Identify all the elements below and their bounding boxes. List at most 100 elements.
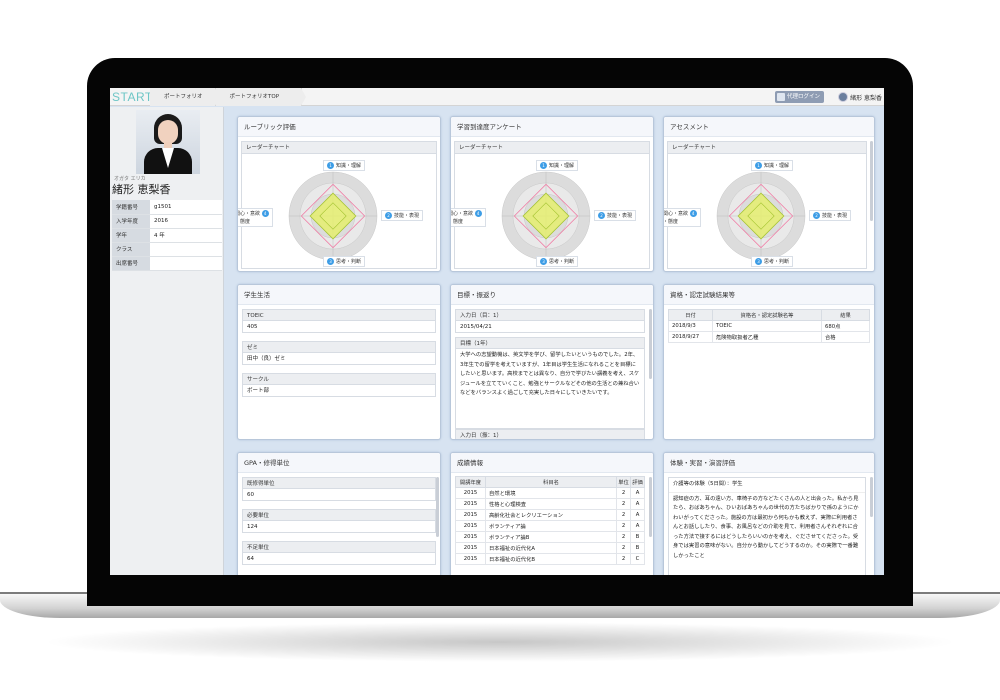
radar-axis-label: 1 知識・理解	[751, 160, 794, 171]
table-cell: 2015	[455, 498, 486, 510]
required-credits-field: 必要単位 124	[242, 509, 436, 533]
radar-axis-label: 1 知識・理解	[323, 160, 366, 171]
grades-table: 開講年度 科目名 単位 評価 2015 自然と環境 2 A 2015 性格と心理検査 2 A 2…	[455, 476, 645, 565]
laptop-shadow	[40, 622, 960, 662]
goal-text: 大学への志望動機は、英文学を学び、留学したいというものでした。2年、3年生での留…	[455, 349, 645, 429]
axis-number-badge: 4	[689, 210, 697, 217]
table-cell: 2	[616, 531, 631, 543]
profile-value: g1501	[150, 200, 222, 215]
table-row: 2015 性格と心理検査 2 A	[455, 498, 645, 510]
profile-row-enroll-year: 入学年度 2016	[112, 214, 222, 229]
table-cell: 2018/9/27	[668, 331, 713, 343]
table-cell: A	[630, 487, 645, 499]
field-label: サークル	[242, 373, 436, 385]
col-header: 資格名・認定試験名等	[712, 309, 822, 321]
col-header: 単位	[616, 476, 631, 488]
table-cell: B	[630, 542, 645, 554]
radar-title: レーダーチャート	[242, 142, 436, 154]
experience-heading: 介護等の体験（5日間）：学生	[669, 478, 865, 493]
col-header: 開講年度	[455, 476, 486, 488]
table-cell: 2	[616, 509, 631, 521]
rubric-radar-card: レーダーチャート 1知識・理解 2技能・表現 3思考・判断 関心・意欲 4 ・態度	[238, 141, 437, 269]
breadcrumb-portfolio-top[interactable]: ポートフォリオTOP	[215, 88, 306, 106]
gpa-scrollbar[interactable]	[436, 477, 439, 537]
field-label: ゼミ	[242, 341, 436, 353]
grades-scrollbar[interactable]	[649, 477, 652, 537]
axis-label-text: 技能・表現	[607, 213, 633, 219]
axis-label-text: 関心・意欲 4	[450, 210, 482, 217]
field-label: 不足単位	[242, 541, 436, 553]
goals-title: 目標・振返り	[451, 285, 653, 305]
table-cell: C	[630, 553, 645, 565]
top-bar: START ポートフォリオ ポートフォリオTOP 代理ログイン 緒形 恵梨香	[110, 88, 884, 106]
table-cell: 2	[616, 498, 631, 510]
certs-title: 資格・認定試験結果等	[664, 285, 874, 305]
field-value: 60	[242, 489, 436, 501]
rubric-panel: ルーブリック評価 レーダーチャート 1 知識・理解 2 技能・表現 3 思考・判断 関心・意…	[237, 116, 441, 272]
axis-label-line: 関心・意欲	[450, 211, 474, 217]
table-cell: 性格と心理検査	[485, 498, 617, 510]
table-cell: TOEIC	[712, 320, 822, 332]
breadcrumb-portfolio[interactable]: ポートフォリオ	[150, 88, 220, 106]
experience-text: 認知症の方、耳の遠い方、車椅子の方などたくさんの人と出会った。私から見たら、おば…	[673, 495, 859, 559]
field-label: 目標（1年）	[455, 337, 645, 349]
rubric-title: ルーブリック評価	[238, 117, 440, 137]
table-cell: B	[630, 531, 645, 543]
axis-number-badge: 4	[261, 210, 269, 217]
user-avatar-icon	[838, 92, 849, 102]
axis-number-badge: 2	[385, 212, 392, 219]
student-name: 緒形 恵梨香	[112, 183, 171, 196]
radar-axis-label: 関心・意欲 4 ・態度	[450, 208, 486, 227]
field-value: 124	[242, 521, 436, 533]
certs-table: 日付 資格名・認定試験名等 結果 2018/9/3 TOEIC 680点 201…	[668, 309, 870, 343]
survey-title: 学習到達度アンケート	[451, 117, 653, 137]
field-value: 405	[242, 321, 436, 333]
axis-label-text: 知識・理解	[549, 163, 575, 169]
student-life-panel: 学生生活 TOEIC 405 ゼミ 田中（良）ゼミ サークル ボート部	[237, 284, 441, 440]
table-cell: 2015	[455, 487, 486, 499]
axis-label-text: 知識・理解	[764, 163, 790, 169]
field-label: 既修得単位	[242, 477, 436, 489]
radar-axis-label: 2 技能・表現	[381, 210, 424, 221]
proxy-user-icon	[776, 93, 785, 101]
assessment-scrollbar[interactable]	[870, 141, 873, 221]
experience-title: 体験・実習・演習評価	[664, 453, 874, 473]
gpa-title: GPA・修得単位	[238, 453, 440, 473]
radar-title: レーダーチャート	[455, 142, 649, 154]
profile-value: 4 年	[150, 228, 222, 243]
goal-date-field: 入力日（目：1） 2015/04/21	[455, 309, 645, 333]
axis-label-text: 思考・判断	[764, 259, 790, 265]
profile-label: 出席番号	[112, 256, 150, 271]
reflection-date-field: 入力日（振：1）	[455, 429, 645, 439]
earned-credits-field: 既修得単位 60	[242, 477, 436, 501]
assessment-radar-card: レーダーチャート 1 知識・理解 2 技能・表現 3 思考・判断 関心・意欲 4 ・態度	[664, 141, 867, 269]
table-cell: 自然と環境	[485, 487, 617, 499]
goals-panel: 目標・振返り 入力日（目：1） 2015/04/21 目標（1年） 大学への志望…	[450, 284, 654, 440]
toeic-field: TOEIC 405	[242, 309, 436, 333]
table-row: 2015 ボランティア論B 2 B	[455, 531, 645, 543]
profile-sidebar: オガタ エリカ 緒形 恵梨香 学籍番号 g1501 入学年度 2016 学年 4 年 …	[110, 107, 224, 575]
user-menu[interactable]: 緒形 恵梨香	[838, 91, 882, 103]
radar-axis-label: 3 思考・判断	[323, 256, 366, 267]
experience-scrollbar[interactable]	[870, 477, 873, 517]
user-name: 緒形 恵梨香	[850, 94, 882, 102]
axis-label-line: 関心・意欲	[237, 211, 261, 217]
app-screen: START ポートフォリオ ポートフォリオTOP 代理ログイン 緒形 恵梨香 オ…	[110, 88, 884, 575]
field-value: ボート部	[242, 385, 436, 397]
table-row: 2015 日本福祉の近代化A 2 B	[455, 542, 645, 554]
table-cell: 2015	[455, 509, 486, 521]
proxy-login-button[interactable]: 代理ログイン	[774, 91, 824, 103]
table-cell: 高齢化社会とレクリエーション	[485, 509, 617, 521]
axis-label-text: 関心・意欲 4	[237, 210, 269, 217]
circle-field: サークル ボート部	[242, 373, 436, 397]
radar-axis-label: 1 知識・理解	[536, 160, 579, 171]
table-cell: 2018/9/3	[668, 320, 713, 332]
axis-label-text: 技能・表現	[394, 213, 420, 219]
table-cell: ボランティア論B	[485, 531, 617, 543]
table-cell: A	[630, 498, 645, 510]
app-logo[interactable]: START	[110, 88, 152, 106]
radar-axis-label: 3 思考・判断	[751, 256, 794, 267]
goals-scrollbar[interactable]	[649, 309, 652, 379]
axis-label-line: ・態度	[238, 219, 251, 225]
assessment-panel: アセスメント レーダーチャート 1 知識・理解 2 技能・表現 3 思考・判断 関心・意欲 …	[663, 116, 875, 272]
